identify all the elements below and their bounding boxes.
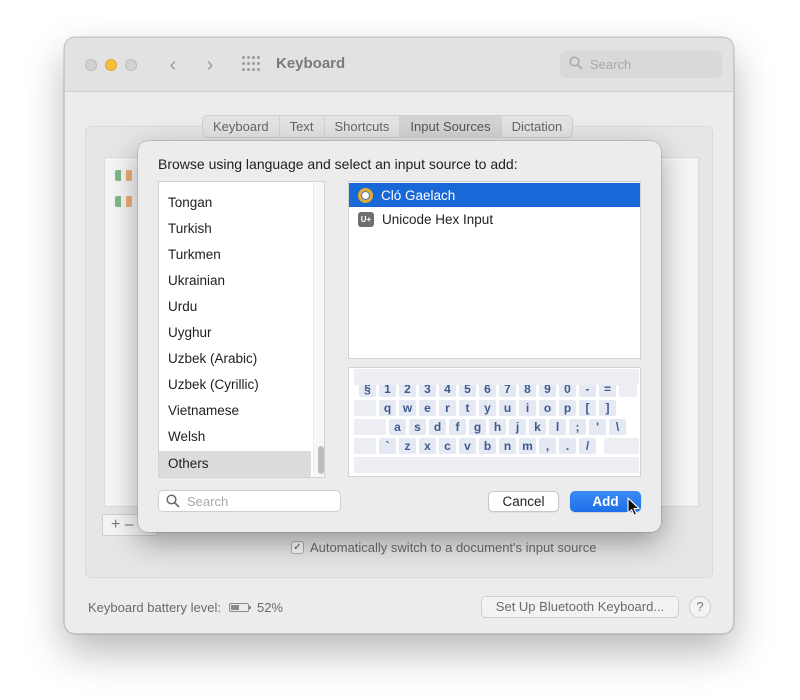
search-icon [569,56,583,70]
source-label: Cló Gaelach [381,187,456,203]
keyboard-key: w [399,400,416,416]
zoom-window-button[interactable] [125,59,137,71]
language-scrollbar[interactable] [313,182,324,477]
language-item[interactable]: Uzbek (Cyrillic) [159,372,311,398]
irish-ring-icon [358,187,373,203]
language-item[interactable]: Urdu [159,294,311,320]
auto-switch-row[interactable]: ✓ Automatically switch to a document's i… [291,540,596,555]
language-item[interactable]: Welsh [159,424,311,450]
keyboard-key: z [399,438,416,454]
preference-tabs: Keyboard Text Shortcuts Input Sources Di… [202,115,574,138]
language-item-selected[interactable]: Others [159,451,311,477]
keyboard-key: f [449,419,466,435]
language-item[interactable]: Tongan [159,190,311,216]
language-scrollbar-thumb[interactable] [318,446,324,474]
sheet-title: Browse using language and select an inpu… [158,156,518,172]
keyboard-key: a [389,419,406,435]
keyboard-key: , [539,438,556,454]
keyboard-key: ` [379,438,396,454]
cancel-button[interactable]: Cancel [488,491,559,512]
keyboard-key: / [579,438,596,454]
battery-row: Keyboard battery level: 52% [88,600,283,615]
irish-flag-icon [115,170,132,181]
tab-dictation[interactable]: Dictation [502,116,573,137]
keyboard-key-blank [354,400,376,416]
keyboard-key: l [549,419,566,435]
keyboard-key: t [459,400,476,416]
close-window-button[interactable] [85,59,97,71]
source-item-unicode-hex[interactable]: U+ Unicode Hex Input [349,207,640,231]
keyboard-key: ] [599,400,616,416]
search-icon [166,494,180,508]
battery-label: Keyboard battery level: [88,600,221,615]
keyboard-key: d [429,419,446,435]
keyboard-key: s [409,419,426,435]
keyboard-key: o [539,400,556,416]
keyboard-key: v [459,438,476,454]
keyboard-key: q [379,400,396,416]
keyboard-key: p [559,400,576,416]
setup-bluetooth-keyboard-button[interactable]: Set Up Bluetooth Keyboard... [481,596,679,618]
keyboard-key: r [439,400,456,416]
keyboard-key: b [479,438,496,454]
source-label: Unicode Hex Input [382,211,494,227]
battery-value: 52% [256,600,283,615]
keyboard-key-blank [354,457,639,473]
keyboard-key: . [559,438,576,454]
source-item-clo-gaelach[interactable]: Cló Gaelach [349,183,640,207]
window-search-placeholder: Search [590,57,632,72]
tab-text[interactable]: Text [280,116,325,137]
keyboard-key: x [419,438,436,454]
language-item[interactable]: Uyghur [159,320,311,346]
window-title: Keyboard [276,55,346,72]
mouse-pointer-icon [627,497,640,516]
keyboard-key: k [529,419,546,435]
keyboard-key: g [469,419,486,435]
keyboard-key: i [519,400,536,416]
keyboard-key: e [419,400,436,416]
show-all-grid-icon[interactable] [242,56,261,72]
keyboard-key: u [499,400,516,416]
keyboard-layout-preview: § 1 2 3 4 5 6 7 8 9 0- = q w e r t y u i o p[] a s d f g h j k l; ' \ ` z x… [348,367,641,477]
language-item[interactable]: Turkish [159,216,311,242]
auto-switch-checkbox[interactable]: ✓ [291,541,304,554]
keyboard-key: \ [609,419,626,435]
add-input-source-sheet: Browse using language and select an inpu… [138,141,661,532]
keyboard-key-blank [619,381,637,397]
language-item[interactable]: Ukrainian [159,268,311,294]
battery-icon [228,603,251,612]
language-item[interactable]: Turkmen [159,242,311,268]
keyboard-key: ' [589,419,606,435]
u-plus-icon: U+ [358,211,374,227]
keyboard-key: h [489,419,506,435]
keyboard-key: n [499,438,516,454]
keyboard-key: ; [569,419,586,435]
keyboard-key: j [509,419,526,435]
help-button[interactable]: ? [689,596,711,618]
keyboard-key: c [439,438,456,454]
keyboard-key: m [519,438,536,454]
title-bar: ‹ › Keyboard Search [65,38,733,92]
language-item[interactable]: Uzbek (Arabic) [159,346,311,372]
keyboard-key-blank [354,369,639,385]
tab-keyboard[interactable]: Keyboard [203,116,280,137]
keyboard-key-blank [604,438,639,454]
keyboard-key-blank [354,419,386,435]
keyboard-key: [ [579,400,596,416]
keyboard-key-blank [354,438,376,454]
input-source-list[interactable]: Cló Gaelach U+ Unicode Hex Input [348,181,641,359]
auto-switch-label: Automatically switch to a document's inp… [310,540,597,555]
language-item[interactable]: Vietnamese [159,398,311,424]
irish-flag-icon [115,196,132,207]
language-list[interactable]: Tongan Turkish Turkmen Ukrainian Urdu Uy… [158,181,325,478]
tab-input-sources[interactable]: Input Sources [400,116,502,137]
search-placeholder: Search [187,494,229,509]
tab-shortcuts[interactable]: Shortcuts [325,116,401,137]
keyboard-key: y [479,400,496,416]
forward-chevron-icon[interactable]: › [199,53,221,77]
minimize-window-button[interactable] [105,59,117,71]
back-chevron-icon[interactable]: ‹ [162,53,184,77]
window-search-field[interactable]: Search [560,51,722,78]
language-search-field[interactable]: Search [158,490,341,512]
